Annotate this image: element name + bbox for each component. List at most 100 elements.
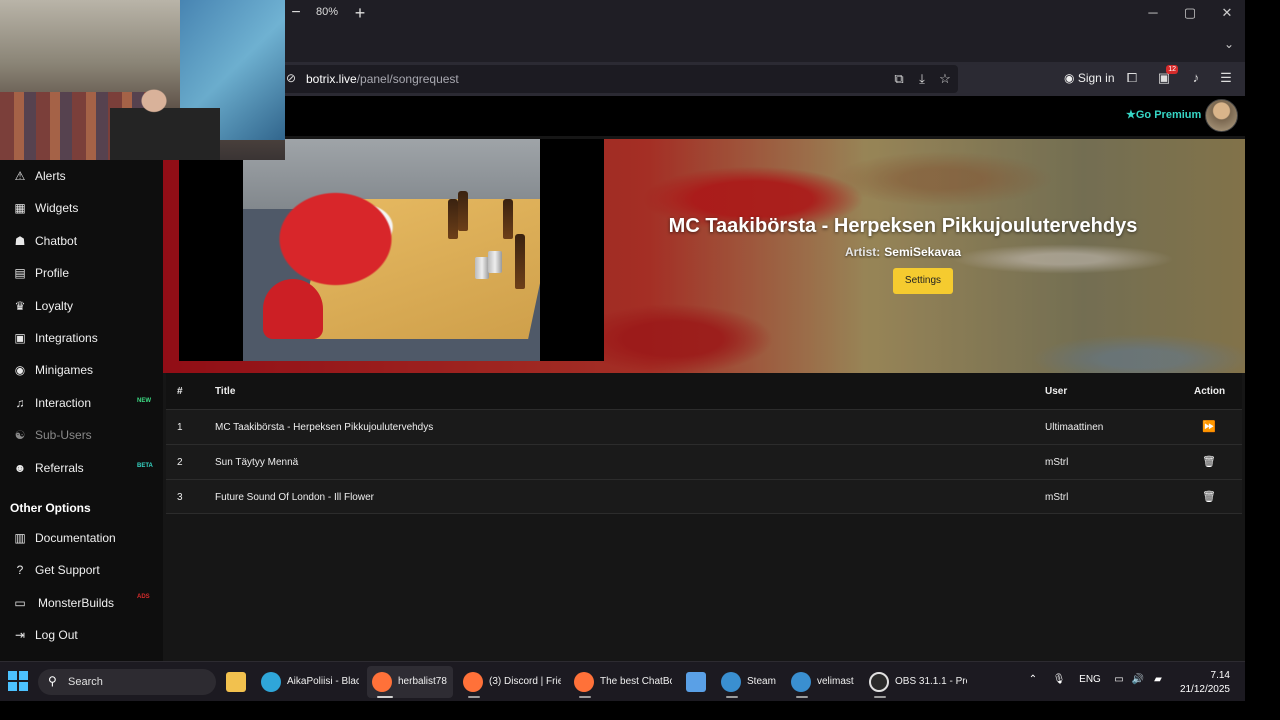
address-bar[interactable]: ⊘ botrix.live/panel/songrequest ⧉ ⤓ ☆ (280, 65, 958, 93)
taskbar-app-label: The best ChatBc (600, 676, 672, 687)
row-number: 1 (177, 422, 183, 433)
artist-label: Artist: (844, 245, 881, 259)
sidebar-item-alerts[interactable]: ⚠ Alerts (0, 161, 163, 193)
artist-name: SemiSekavaa (884, 245, 962, 259)
windows-taskbar: ⚲ Search AikaPoliisi - Blac herbalist78 … (0, 661, 1245, 701)
sidebar-item-chatbot[interactable]: ☗ Chatbot (0, 226, 163, 258)
firefox-icon (574, 672, 594, 692)
battery-icon[interactable]: ▰ (1151, 674, 1165, 685)
clock-date[interactable]: 21/12/2025 (1170, 684, 1230, 695)
sidebar-item-loyalty[interactable]: ♛ Loyalty (0, 291, 163, 323)
download-icon[interactable]: ⤓ (913, 70, 931, 88)
taskbar-app-obs[interactable]: OBS 31.1.1 - Prof (864, 666, 972, 698)
table-row: 2 Sun Täytyy Mennä mStrl 🗑 (166, 444, 1242, 479)
language-indicator[interactable]: ENG (1078, 674, 1102, 685)
skip-icon[interactable]: ⏩ (1202, 420, 1216, 434)
sidebar-item-referrals[interactable]: ☻ Referrals BETA (0, 453, 163, 485)
trash-icon[interactable]: 🗑 (1202, 490, 1216, 504)
zoom-out-button[interactable]: − (288, 4, 304, 22)
taskbar-app-file-explorer[interactable] (221, 666, 251, 698)
store-icon (686, 672, 706, 692)
zoom-level[interactable]: 80% (316, 6, 338, 18)
bookmark-star-icon[interactable]: ☆ (936, 70, 954, 88)
zoom-in-button[interactable]: + (352, 3, 368, 23)
robot-icon: ☗ (14, 234, 26, 248)
user-avatar[interactable] (1205, 99, 1238, 132)
site-permissions-icon[interactable]: ⊘ (286, 71, 300, 85)
active-indicator (377, 696, 393, 698)
sidebar-item-interaction[interactable]: ♫ Interaction NEW (0, 388, 163, 420)
sidebar-item-label: Widgets (35, 201, 79, 215)
taskbar-search[interactable]: ⚲ Search (38, 669, 216, 695)
network-icon[interactable]: ▭ (1112, 674, 1126, 685)
sidebar-item-documentation[interactable]: ▥ Documentation (0, 523, 163, 555)
sidebar-item-label: Interaction (35, 396, 92, 410)
url-text[interactable]: botrix.live/panel/songrequest (306, 72, 459, 86)
row-title: MC Taakibörsta - Herpeksen Pikkujouluter… (215, 422, 434, 433)
video-player[interactable] (179, 139, 604, 361)
go-premium-link[interactable]: ★Go Premium (1126, 108, 1201, 121)
ads-badge: ADS (137, 594, 150, 600)
sidebar: ⚠ Alerts ▦ Widgets ☗ Chatbot ▤ Profile ♛ Loya… (0, 136, 163, 661)
screen-bottom-edge (0, 701, 1280, 720)
taskbar-app-steam-chat[interactable]: velimast (786, 666, 858, 698)
maximize-button[interactable]: ▢ (1180, 4, 1200, 22)
taskbar-app-firefox-chatbot[interactable]: The best ChatBc (569, 666, 675, 698)
question-icon: ? (16, 563, 24, 577)
steam-icon (791, 672, 811, 692)
row-title: Sun Täytyy Mennä (215, 457, 299, 468)
list-tabs-icon[interactable]: ⌄ (1219, 34, 1239, 54)
sidebar-item-get-support[interactable]: ? Get Support (0, 555, 163, 587)
header-number: # (177, 386, 183, 397)
sidebar-item-integrations[interactable]: ▣ Integrations (0, 323, 163, 355)
thumbnail-bottle (515, 234, 525, 289)
integrations-icon: ▣ (14, 331, 26, 345)
extension-tiktok-icon[interactable]: ♪ (1186, 68, 1206, 88)
table-header: # Title User Action (166, 373, 1242, 409)
sidebar-item-log-out[interactable]: ⇥ Log Out (0, 620, 163, 652)
extension-red-icon[interactable]: ▣ 12 (1154, 65, 1178, 88)
trash-icon[interactable]: 🗑 (1202, 455, 1216, 469)
sign-in-label: Sign in (1077, 71, 1115, 85)
laptop-icon: ▭ (14, 596, 26, 610)
extensions-icon[interactable]: ⧠ (1122, 68, 1142, 88)
sidebar-item-sub-users[interactable]: ☯ Sub-Users (0, 420, 163, 452)
book-icon: ▥ (14, 531, 26, 545)
microphone-icon[interactable]: 🎙 (1052, 674, 1066, 685)
row-user: Ultimaattinen (1045, 422, 1104, 433)
sidebar-item-widgets[interactable]: ▦ Widgets (0, 193, 163, 225)
start-button[interactable] (8, 671, 28, 691)
now-playing-title: MC Taakibörsta - Herpeksen Pikkujouluter… (668, 215, 1138, 237)
account-icon: ◉ (1064, 71, 1078, 85)
new-badge: NEW (137, 398, 151, 404)
taskbar-app-store[interactable] (681, 666, 711, 698)
row-number: 3 (177, 492, 183, 503)
taskbar-app-edge[interactable]: AikaPoliisi - Blac (256, 666, 362, 698)
sidebar-item-minigames[interactable]: ◉ Minigames (0, 355, 163, 387)
extension-badge: 12 (1166, 65, 1178, 74)
sidebar-item-label: Integrations (35, 331, 98, 345)
tray-overflow-icon[interactable]: ⌃ (1026, 674, 1040, 685)
sidebar-item-label: Documentation (35, 531, 116, 545)
taskbar-app-firefox-herbalist78[interactable]: herbalist78 (367, 666, 453, 698)
settings-button[interactable]: Settings (893, 268, 953, 294)
clock-time[interactable]: 7.14 (1180, 670, 1230, 681)
picture-in-picture-icon[interactable]: ⧉ (890, 70, 908, 88)
taskbar-app-label: Steam (747, 676, 776, 687)
obs-icon (869, 672, 889, 692)
now-playing-artist: Artist: SemiSekavaa (643, 245, 1163, 259)
close-window-button[interactable]: ✕ (1217, 4, 1237, 22)
volume-icon[interactable]: 🔊 (1131, 674, 1145, 685)
taskbar-app-steam[interactable]: Steam (716, 666, 782, 698)
thumbnail-can (488, 251, 502, 273)
sign-in-button[interactable]: ◉ Sign in (1058, 67, 1121, 89)
screen-edge (1245, 0, 1280, 661)
taskbar-app-firefox-discord[interactable]: (3) Discord | Frie (458, 666, 564, 698)
minimize-button[interactable]: ─ (1143, 4, 1163, 22)
windows-logo-tile (8, 682, 17, 691)
table-row: 1 MC Taakibörsta - Herpeksen Pikkujoulut… (166, 409, 1242, 444)
sidebar-item-label: Loyalty (35, 299, 74, 313)
sidebar-item-profile[interactable]: ▤ Profile (0, 258, 163, 290)
sidebar-item-monsterbuilds[interactable]: ▭ MonsterBuilds ADS (0, 588, 163, 620)
menu-hamburger-icon[interactable]: ☰ (1216, 68, 1236, 88)
